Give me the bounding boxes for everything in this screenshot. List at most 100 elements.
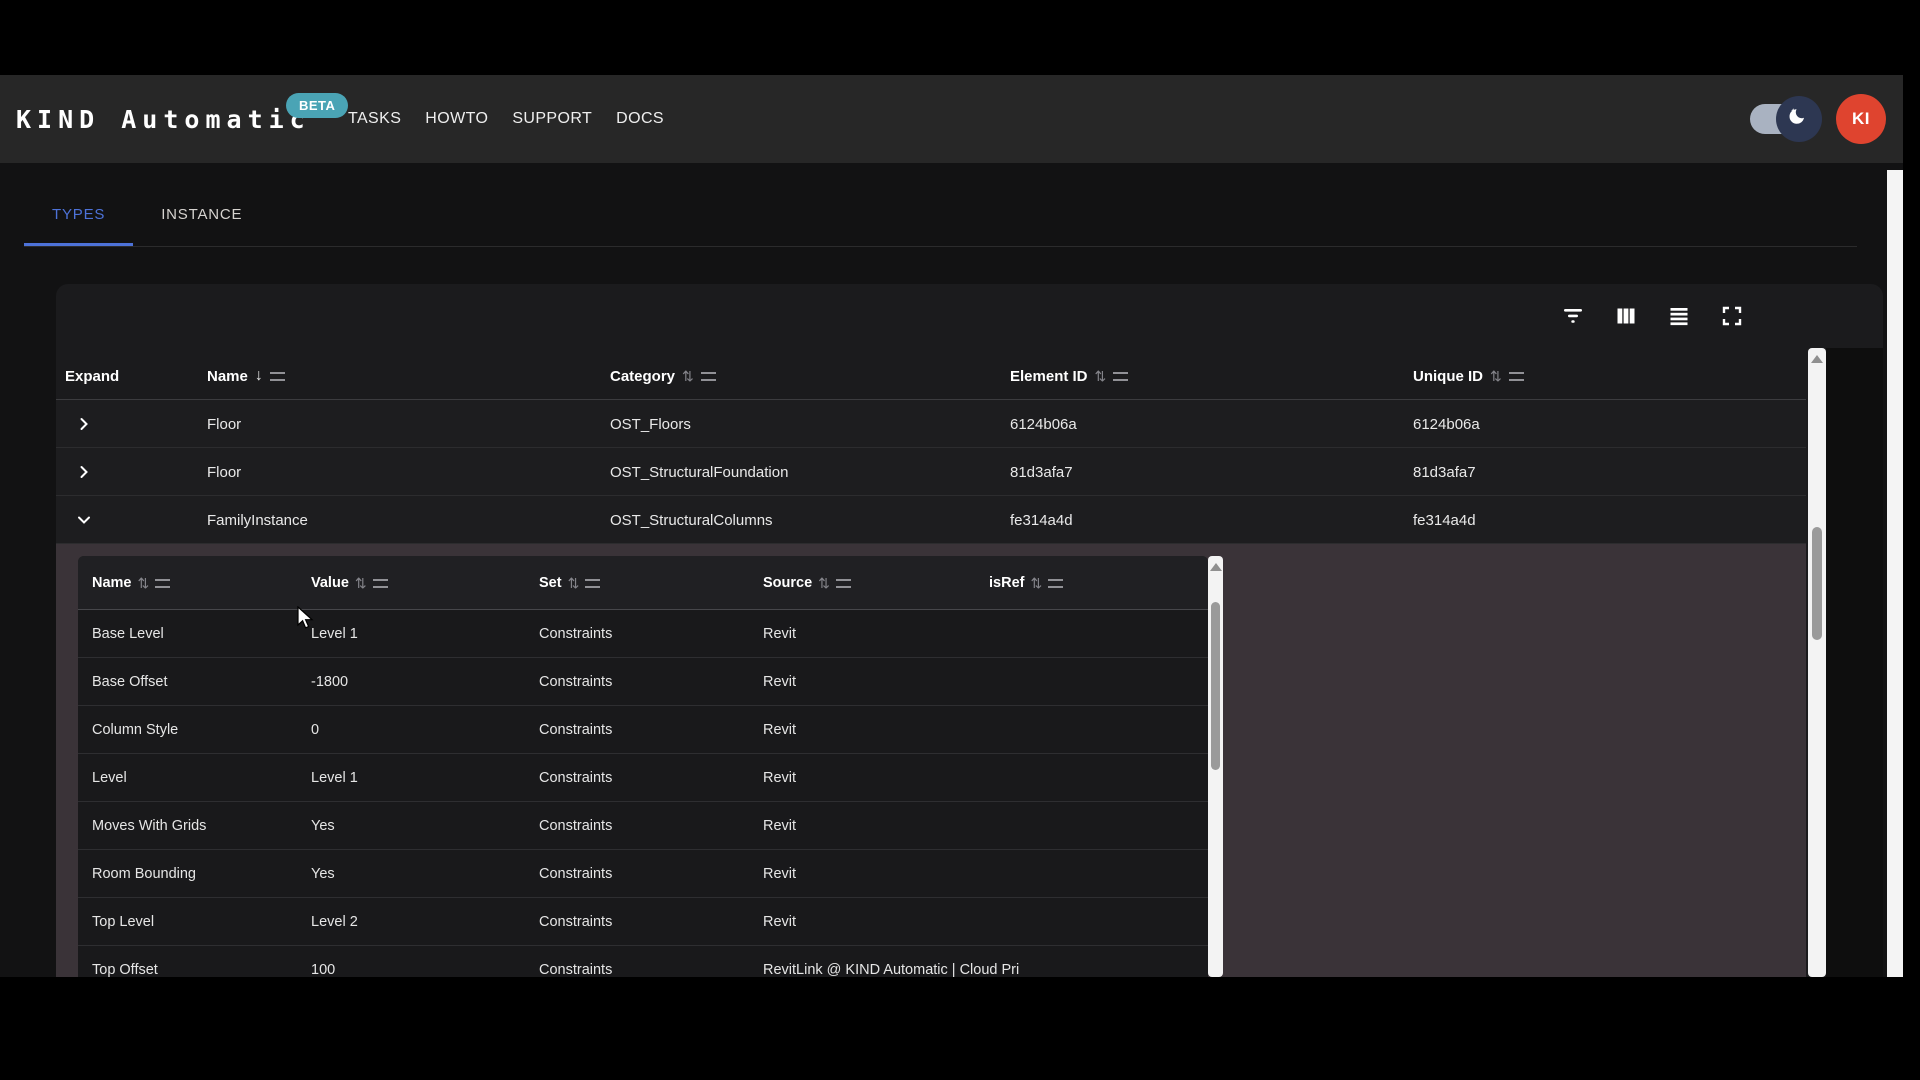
cell-property-source: Revit <box>763 610 796 658</box>
column-header-category[interactable]: Category ⇅ <box>610 352 716 400</box>
table-row[interactable]: Floor OST_Floors 6124b06a 6124b06a <box>56 400 1806 448</box>
chevron-right-icon[interactable] <box>76 400 92 448</box>
cell-property-source: Revit <box>763 754 796 802</box>
density-icon[interactable] <box>1666 303 1692 329</box>
cell-property-value: Level 1 <box>311 754 358 802</box>
cell-property-source: RevitLink @ KIND Automatic | Cloud Pri <box>763 946 1019 977</box>
column-menu-icon[interactable] <box>1509 372 1524 381</box>
property-row[interactable]: Base Offset -1800 Constraints Revit <box>78 658 1208 706</box>
cell-property-source: Revit <box>763 658 796 706</box>
column-header-expand: Expand <box>65 352 119 400</box>
column-header-value[interactable]: Value ⇅ <box>311 556 388 610</box>
toggle-knob <box>1776 96 1822 142</box>
sort-icon[interactable]: ⇅ <box>1030 576 1042 590</box>
cell-property-name: Top Level <box>92 898 154 946</box>
column-header-isref[interactable]: isRef ⇅ <box>989 556 1063 610</box>
tab-bar: TYPES INSTANCE <box>24 183 270 246</box>
sort-icon[interactable]: ⇅ <box>355 576 367 590</box>
column-menu-icon[interactable] <box>836 579 851 588</box>
column-header-element-id[interactable]: Element ID ⇅ <box>1010 352 1128 400</box>
moon-icon <box>1786 104 1812 135</box>
mouse-cursor <box>296 606 316 632</box>
cell-property-name: Room Bounding <box>92 850 196 898</box>
grid-toolbar <box>56 284 1826 348</box>
data-grid-card: Expand Name ↓ Category ⇅ Element ID <box>56 284 1883 977</box>
card-right-strip <box>1826 348 1883 977</box>
property-row[interactable]: Top Level Level 2 Constraints Revit <box>78 898 1208 946</box>
columns-icon[interactable] <box>1613 303 1639 329</box>
scrollbar-thumb[interactable] <box>1812 527 1822 640</box>
cell-property-value: Yes <box>311 802 335 850</box>
scrollbar-thumb[interactable] <box>1211 602 1220 770</box>
cell-name: FamilyInstance <box>207 496 308 544</box>
properties-table: Name ⇅ Value ⇅ Set ⇅ <box>78 556 1208 977</box>
property-row[interactable]: Column Style 0 Constraints Revit <box>78 706 1208 754</box>
letterbox-bottom <box>0 977 1920 1080</box>
table-row-expanded[interactable]: FamilyInstance OST_StructuralColumns fe3… <box>56 496 1806 544</box>
cell-property-source: Revit <box>763 898 796 946</box>
cell-property-set: Constraints <box>539 658 612 706</box>
nav-item-support[interactable]: SUPPORT <box>512 110 592 128</box>
browser-scrollbar[interactable] <box>1887 170 1903 977</box>
filter-icon[interactable] <box>1560 303 1586 329</box>
chevron-right-icon[interactable] <box>76 448 92 496</box>
cell-property-set: Constraints <box>539 706 612 754</box>
nav-item-docs[interactable]: DOCS <box>616 110 664 128</box>
cell-property-set: Constraints <box>539 946 612 977</box>
column-menu-icon[interactable] <box>1113 372 1128 381</box>
cell-element-id: 81d3afa7 <box>1010 448 1073 496</box>
table-row[interactable]: Floor OST_StructuralFoundation 81d3afa7 … <box>56 448 1806 496</box>
property-row[interactable]: Room Bounding Yes Constraints Revit <box>78 850 1208 898</box>
column-header-source[interactable]: Source ⇅ <box>763 556 851 610</box>
column-menu-icon[interactable] <box>270 372 285 381</box>
dark-mode-toggle[interactable] <box>1750 104 1812 134</box>
column-header-set[interactable]: Set ⇅ <box>539 556 600 610</box>
letterbox-right <box>1903 0 1920 1080</box>
cell-property-set: Constraints <box>539 802 612 850</box>
column-menu-icon[interactable] <box>155 579 170 588</box>
column-header-unique-id[interactable]: Unique ID ⇅ <box>1413 352 1524 400</box>
cell-property-name: Base Level <box>92 610 164 658</box>
cell-property-source: Revit <box>763 706 796 754</box>
property-row-clipped[interactable]: Top Offset 100 Constraints RevitLink @ K… <box>78 946 1208 977</box>
sort-icon[interactable]: ⇅ <box>1490 369 1502 383</box>
tab-instance[interactable]: INSTANCE <box>133 183 270 246</box>
nav-item-tasks[interactable]: TASKS <box>348 110 401 128</box>
sort-icon[interactable]: ⇅ <box>682 369 694 383</box>
sort-descending-icon[interactable]: ↓ <box>255 368 263 384</box>
sort-icon[interactable]: ⇅ <box>568 576 580 590</box>
user-avatar[interactable]: KI <box>1836 94 1886 144</box>
property-row[interactable]: Moves With Grids Yes Constraints Revit <box>78 802 1208 850</box>
properties-scrollbar[interactable] <box>1208 556 1223 977</box>
fullscreen-icon[interactable] <box>1719 303 1745 329</box>
column-menu-icon[interactable] <box>1048 579 1063 588</box>
tab-divider <box>24 246 1857 247</box>
sort-icon[interactable]: ⇅ <box>138 576 150 590</box>
chevron-down-icon[interactable] <box>76 496 92 544</box>
cell-category: OST_Floors <box>610 400 691 448</box>
column-menu-icon[interactable] <box>585 579 600 588</box>
scroll-up-arrow-icon[interactable] <box>1210 563 1222 571</box>
property-row[interactable]: Level Level 1 Constraints Revit <box>78 754 1208 802</box>
cell-property-source: Revit <box>763 802 796 850</box>
cell-property-set: Constraints <box>539 898 612 946</box>
cell-unique-id: fe314a4d <box>1413 496 1476 544</box>
cell-category: OST_StructuralColumns <box>610 496 773 544</box>
sort-icon[interactable]: ⇅ <box>1095 369 1107 383</box>
tab-types[interactable]: TYPES <box>24 183 133 246</box>
app-bar: KIND Automatic BETA TASKS HOWTO SUPPORT … <box>0 75 1903 163</box>
app-logo[interactable]: KIND Automatic <box>16 75 311 163</box>
types-table: Expand Name ↓ Category ⇅ Element ID <box>56 348 1806 977</box>
cell-property-source: Revit <box>763 850 796 898</box>
cell-property-value: Level 2 <box>311 898 358 946</box>
property-row[interactable]: Base Level Level 1 Constraints Revit <box>78 610 1208 658</box>
sort-icon[interactable]: ⇅ <box>818 576 830 590</box>
properties-header-row: Name ⇅ Value ⇅ Set ⇅ <box>78 556 1208 610</box>
column-header-name[interactable]: Name ↓ <box>207 352 285 400</box>
column-menu-icon[interactable] <box>701 372 716 381</box>
scroll-up-arrow-icon[interactable] <box>1811 355 1823 363</box>
column-menu-icon[interactable] <box>373 579 388 588</box>
column-header-name[interactable]: Name ⇅ <box>92 556 170 610</box>
table-scrollbar[interactable] <box>1808 348 1826 977</box>
nav-item-howto[interactable]: HOWTO <box>425 110 488 128</box>
